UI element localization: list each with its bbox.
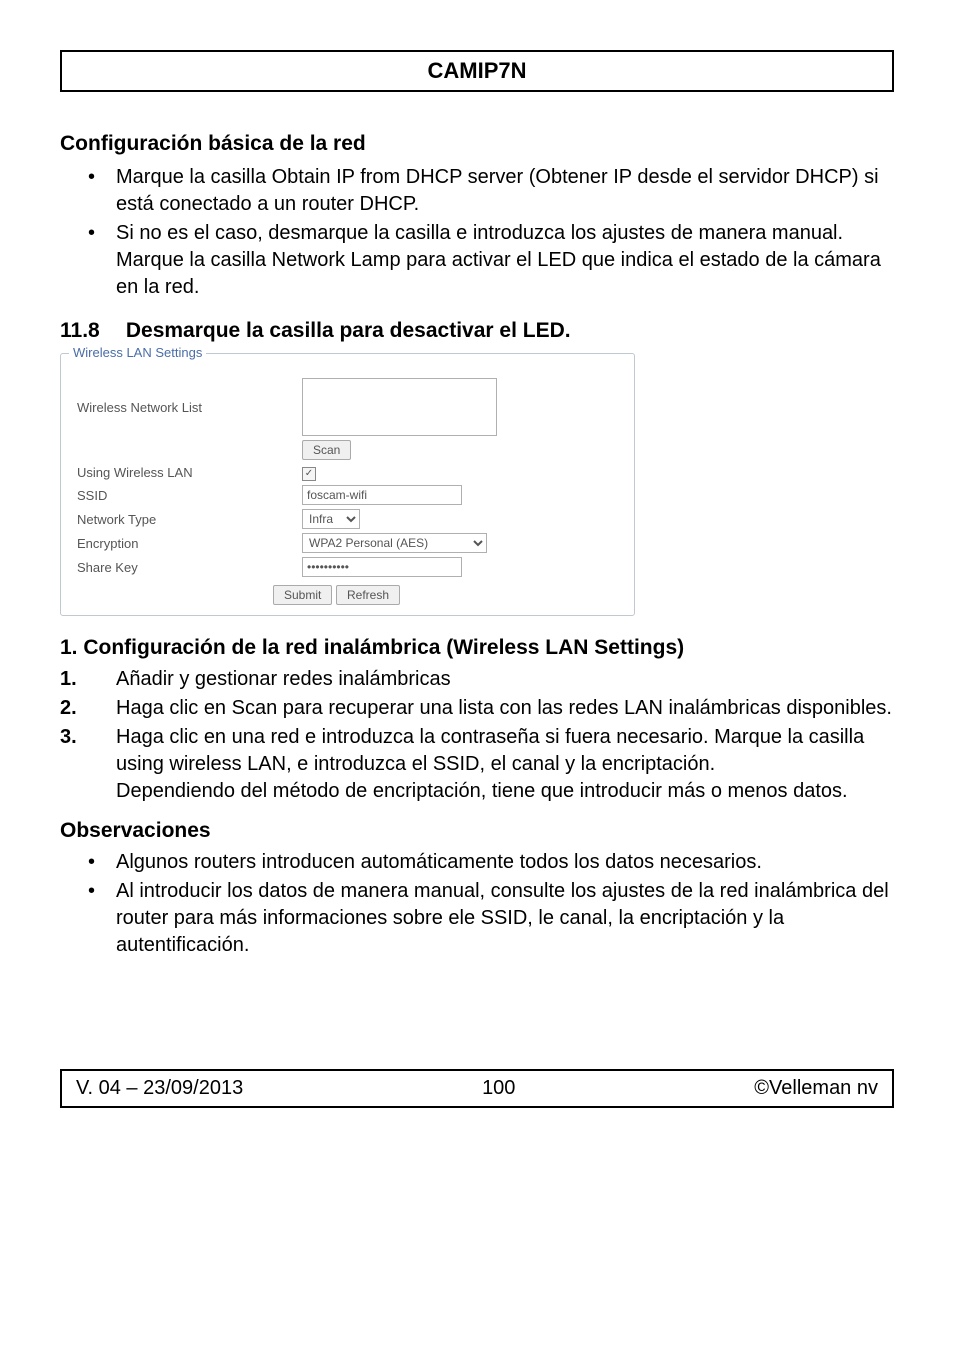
item-number: 3. bbox=[60, 724, 116, 805]
footer-box: V. 04 – 23/09/2013 100 ©Velleman nv bbox=[60, 1069, 894, 1108]
bullet-icon: • bbox=[88, 878, 116, 959]
bullet-icon: • bbox=[88, 849, 116, 876]
header-title-box: CAMIP7N bbox=[60, 50, 894, 92]
section3-heading: 1. Configuración de la red inalámbrica (… bbox=[60, 636, 894, 660]
refresh-button[interactable]: Refresh bbox=[336, 585, 400, 605]
list-item: • Marque la casilla Obtain IP from DHCP … bbox=[88, 164, 894, 218]
item-number: 2. bbox=[60, 695, 116, 722]
scan-button[interactable]: Scan bbox=[302, 440, 351, 460]
using-wlan-label: Using Wireless LAN bbox=[73, 462, 298, 483]
bullet-text: Marque la casilla Obtain IP from DHCP se… bbox=[116, 164, 894, 218]
item-number: 1. bbox=[60, 666, 116, 693]
ssid-label: SSID bbox=[73, 483, 298, 507]
using-wlan-checkbox[interactable]: ✓ bbox=[302, 467, 316, 481]
list-item: • Al introducir los datos de manera manu… bbox=[88, 878, 894, 959]
bullet-text: Al introducir los datos de manera manual… bbox=[116, 878, 894, 959]
item-text: Haga clic en una red e introduzca la con… bbox=[116, 724, 894, 805]
section2-heading: 11.8 Desmarque la casilla para desactiva… bbox=[60, 319, 894, 343]
encryption-select[interactable]: WPA2 Personal (AES) bbox=[302, 533, 487, 553]
section3-list: 1. Añadir y gestionar redes inalámbricas… bbox=[60, 666, 894, 805]
section4-heading: Observaciones bbox=[60, 819, 894, 843]
network-list-box[interactable] bbox=[302, 378, 497, 436]
footer-version: V. 04 – 23/09/2013 bbox=[76, 1077, 243, 1100]
list-item: • Algunos routers introducen automáticam… bbox=[88, 849, 894, 876]
network-list-label: Wireless Network List bbox=[73, 376, 298, 438]
nettype-select[interactable]: Infra bbox=[302, 509, 360, 529]
encryption-label: Encryption bbox=[73, 531, 298, 555]
bullet-icon: • bbox=[88, 164, 116, 218]
list-item: • Si no es el caso, desmarque la casilla… bbox=[88, 220, 894, 301]
footer-copyright: ©Velleman nv bbox=[754, 1077, 878, 1100]
wlan-legend: Wireless LAN Settings bbox=[69, 345, 206, 360]
sharekey-label: Share Key bbox=[73, 555, 298, 579]
submit-button[interactable]: Submit bbox=[273, 585, 332, 605]
list-item: 1. Añadir y gestionar redes inalámbricas bbox=[60, 666, 894, 693]
section2-text: Desmarque la casilla para desactivar el … bbox=[126, 319, 571, 342]
section1-list: • Marque la casilla Obtain IP from DHCP … bbox=[88, 164, 894, 301]
header-title: CAMIP7N bbox=[427, 58, 526, 83]
item-text: Haga clic en Scan para recuperar una lis… bbox=[116, 695, 894, 722]
section1-heading: Configuración básica de la red bbox=[60, 132, 894, 156]
ssid-input[interactable] bbox=[302, 485, 462, 505]
bullet-text: Si no es el caso, desmarque la casilla e… bbox=[116, 220, 894, 301]
bullet-text: Algunos routers introducen automáticamen… bbox=[116, 849, 894, 876]
bullet-icon: • bbox=[88, 220, 116, 301]
nettype-label: Network Type bbox=[73, 507, 298, 531]
wlan-form-table: Wireless Network List Scan Using Wireles… bbox=[73, 376, 622, 579]
wlan-fieldset: Wireless LAN Settings Wireless Network L… bbox=[60, 353, 635, 616]
section2-number: 11.8 bbox=[60, 319, 120, 343]
footer-page: 100 bbox=[482, 1077, 515, 1100]
submit-row: Submit Refresh bbox=[73, 585, 622, 605]
wlan-screenshot: Wireless LAN Settings Wireless Network L… bbox=[60, 353, 635, 616]
item-text: Añadir y gestionar redes inalámbricas bbox=[116, 666, 894, 693]
list-item: 3. Haga clic en una red e introduzca la … bbox=[60, 724, 894, 805]
list-item: 2. Haga clic en Scan para recuperar una … bbox=[60, 695, 894, 722]
sharekey-input[interactable] bbox=[302, 557, 462, 577]
section4-list: • Algunos routers introducen automáticam… bbox=[88, 849, 894, 959]
